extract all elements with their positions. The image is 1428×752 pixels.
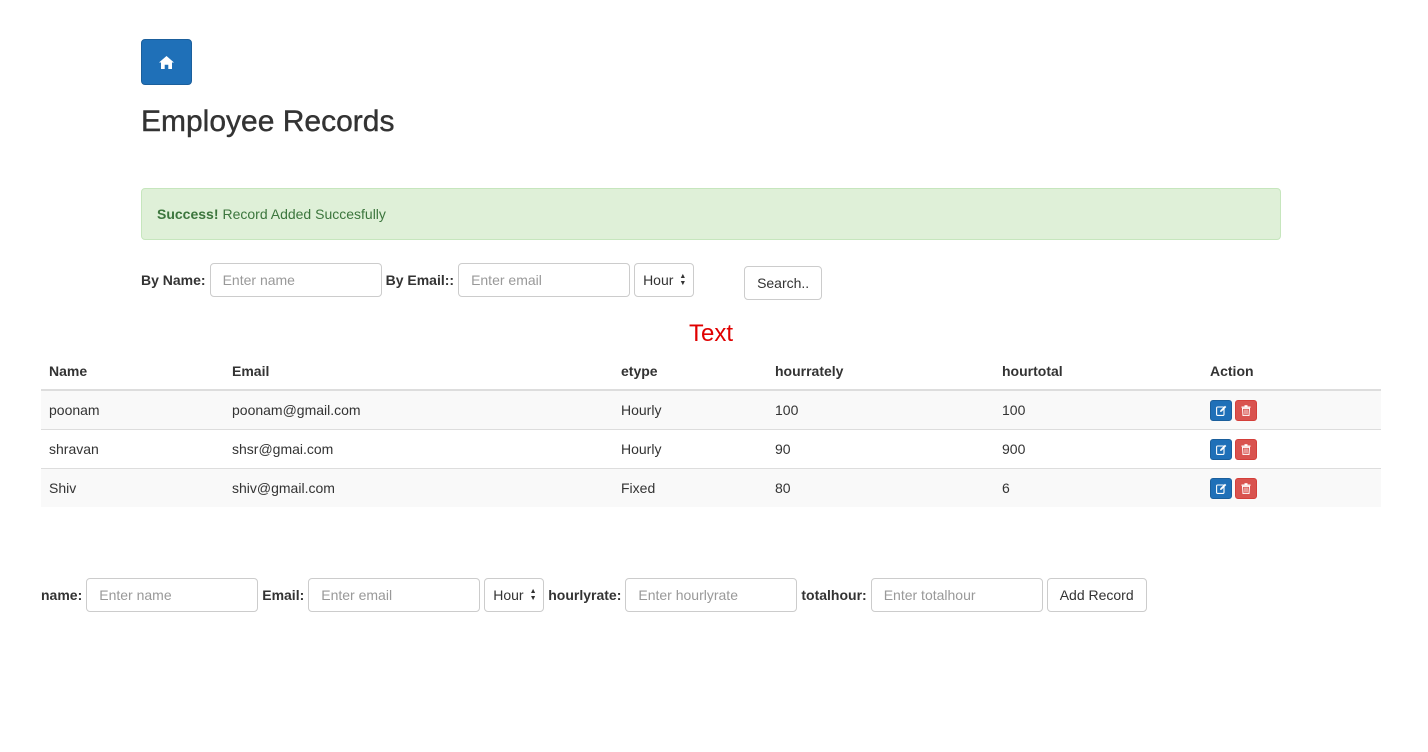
select-arrows-icon: ▲ ▼ xyxy=(529,588,537,602)
cell-action xyxy=(1202,390,1381,430)
add-name-input[interactable] xyxy=(86,578,259,612)
table-row: Shiv shiv@gmail.com Fixed 80 6 xyxy=(41,468,1381,507)
add-hourlyrate-label: hourlyrate: xyxy=(548,587,622,603)
delete-button[interactable] xyxy=(1235,438,1257,460)
trash-icon xyxy=(1241,482,1251,494)
search-type-value: Hour xyxy=(643,272,674,288)
trash-icon xyxy=(1241,443,1251,455)
add-hourlyrate-input[interactable] xyxy=(625,578,798,612)
text-heading: Text xyxy=(688,320,733,347)
cell-email: shiv@gmail.com xyxy=(224,468,613,507)
column-header: hourrately xyxy=(767,353,994,391)
cell-name: Shiv xyxy=(41,468,224,507)
search-button[interactable]: Search.. xyxy=(744,266,823,300)
employee-table: Name Email etype hourrately hourtotal Ac… xyxy=(41,353,1381,507)
column-header: Email xyxy=(224,353,613,391)
alert-strong: Success! xyxy=(157,206,219,222)
cell-hourrately: 100 xyxy=(767,390,994,430)
page-title: Employee Records xyxy=(141,105,395,138)
search-name-label: By Name: xyxy=(141,272,206,288)
cell-hourrately: 90 xyxy=(767,429,994,469)
add-record-button[interactable]: Add Record xyxy=(1046,578,1147,612)
search-name-input[interactable] xyxy=(209,263,382,297)
column-header: hourtotal xyxy=(994,353,1202,391)
delete-button[interactable] xyxy=(1235,399,1257,421)
table-row: shravan shsr@gmai.com Hourly 90 900 xyxy=(41,429,1381,469)
edit-icon xyxy=(1215,483,1226,494)
select-arrows-icon: ▲ ▼ xyxy=(679,273,687,287)
edit-button[interactable] xyxy=(1210,399,1232,421)
add-name-label: name: xyxy=(41,587,83,603)
cell-email: poonam@gmail.com xyxy=(224,390,613,430)
cell-name: shravan xyxy=(41,429,224,469)
column-header: etype xyxy=(613,353,767,391)
search-email-label: By Email:: xyxy=(385,272,455,288)
add-totalhour-label: totalhour: xyxy=(801,587,867,603)
column-header: Name xyxy=(41,353,224,391)
cell-hourrately: 80 xyxy=(767,468,994,507)
add-type-select[interactable]: Hour ▲ ▼ xyxy=(484,578,545,612)
cell-etype: Hourly xyxy=(613,390,767,430)
edit-button[interactable] xyxy=(1210,477,1232,499)
edit-icon xyxy=(1215,405,1226,416)
column-header: Action xyxy=(1202,353,1381,391)
table-row: poonam poonam@gmail.com Hourly 100 100 xyxy=(41,390,1381,430)
cell-hourtotal: 100 xyxy=(994,390,1202,430)
cell-etype: Hourly xyxy=(613,429,767,469)
search-form: By Name: By Email:: Hour ▲▼ Search.. xyxy=(141,260,823,300)
add-totalhour-input[interactable] xyxy=(870,578,1043,612)
edit-button[interactable] xyxy=(1210,438,1232,460)
add-record-form: name: Email: Hour ▲▼ hourlyrate: totalho… xyxy=(41,578,1147,612)
home-icon xyxy=(159,55,174,69)
edit-icon xyxy=(1215,444,1226,455)
alert-message: Record Added Succesfully xyxy=(222,206,386,222)
cell-hourtotal: 900 xyxy=(994,429,1202,469)
search-email-input[interactable] xyxy=(458,263,631,297)
delete-button[interactable] xyxy=(1235,477,1257,499)
success-alert: Success! Record Added Succesfully xyxy=(141,188,1281,240)
table-header-row: Name Email etype hourrately hourtotal Ac… xyxy=(41,353,1381,391)
add-email-label: Email: xyxy=(262,587,305,603)
cell-email: shsr@gmai.com xyxy=(224,429,613,469)
trash-icon xyxy=(1241,404,1251,416)
add-email-input[interactable] xyxy=(308,578,481,612)
cell-etype: Fixed xyxy=(613,468,767,507)
cell-name: poonam xyxy=(41,390,224,430)
add-type-value: Hour xyxy=(493,587,524,603)
search-type-select[interactable]: Hour ▲ ▼ xyxy=(634,263,695,297)
home-button[interactable] xyxy=(141,39,192,85)
cell-action xyxy=(1202,429,1381,469)
cell-action xyxy=(1202,468,1381,507)
cell-hourtotal: 6 xyxy=(994,468,1202,507)
